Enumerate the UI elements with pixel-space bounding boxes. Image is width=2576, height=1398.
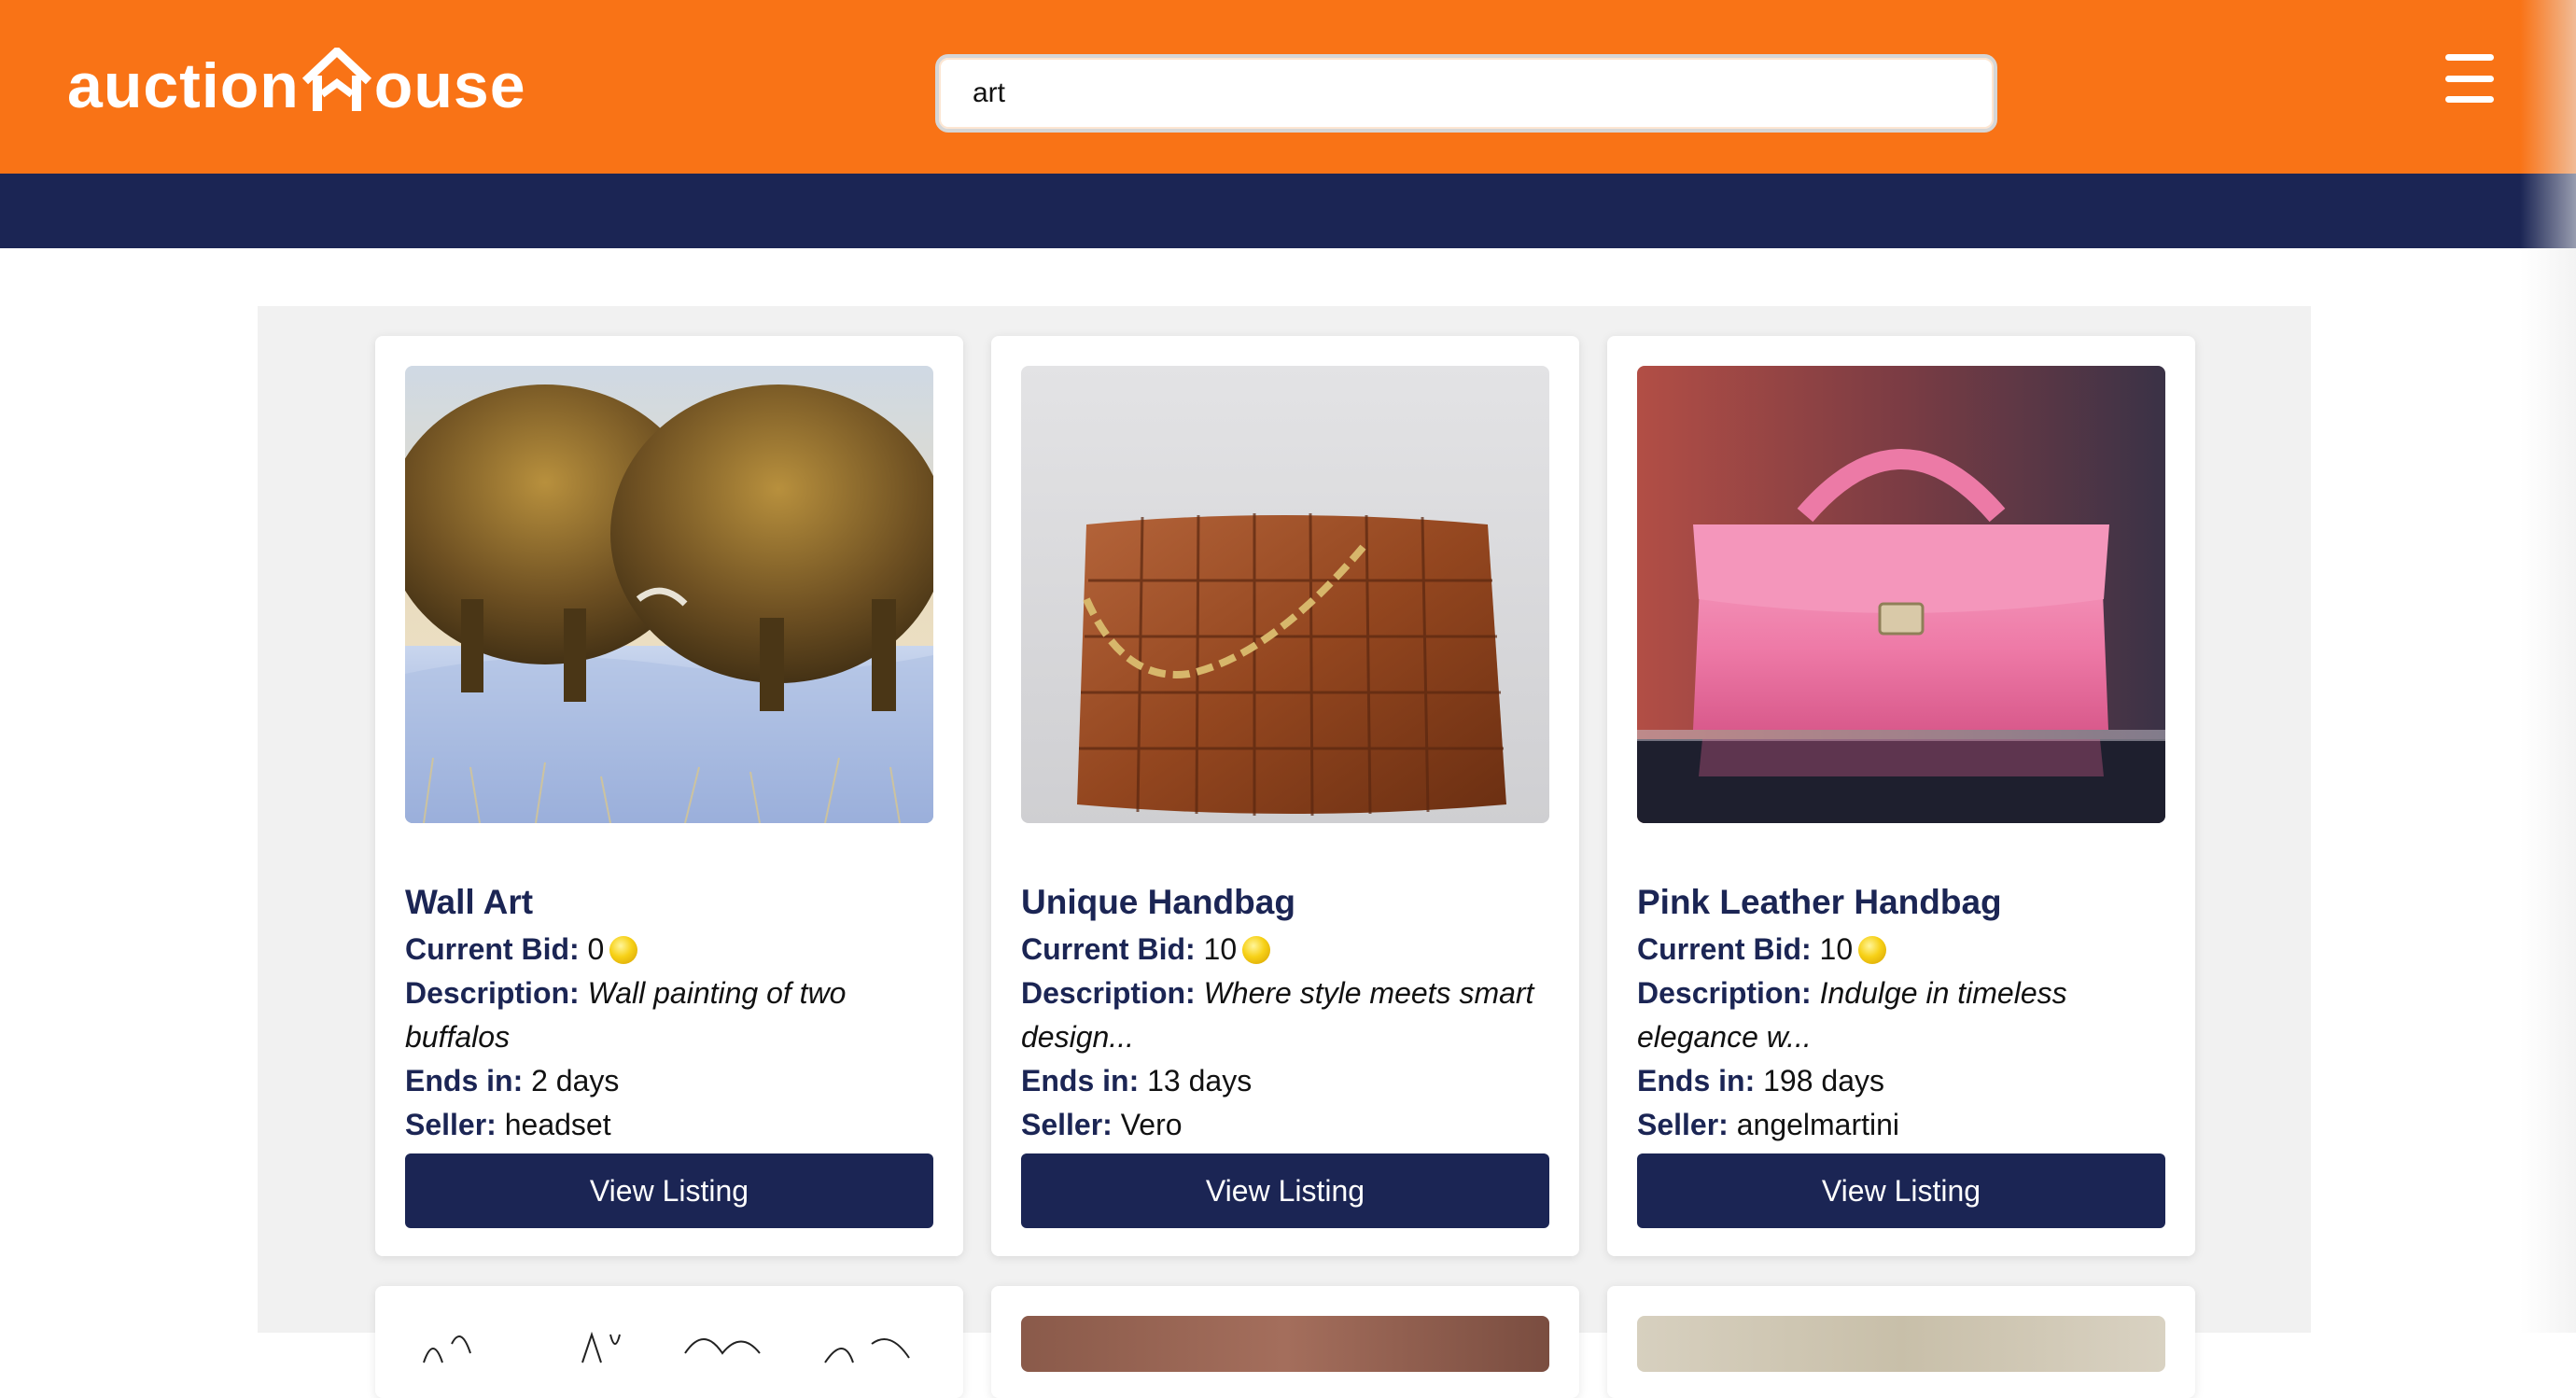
description-row: Description: Wall painting of two [405,972,933,1015]
seller-value: angelmartini [1736,1108,1900,1141]
description-row: Description: Indulge in timeless [1637,972,2165,1015]
seller-value: Vero [1120,1108,1183,1141]
listing-title[interactable]: Pink Leather Handbag [1637,883,2002,922]
coin-icon [1858,936,1887,964]
listing-title[interactable]: Unique Handbag [1021,883,1295,922]
description-label: Description: [1637,976,1812,1010]
listing-image-pink-handbag[interactable] [1637,366,2165,823]
seller-label: Seller: [405,1108,497,1141]
ends-in-value: 13 days [1147,1064,1253,1097]
ends-in-row: Ends in: 13 days [1021,1059,1549,1103]
listing-image-shop-sign[interactable] [1637,1316,2165,1372]
current-bid-value: 10 [1203,932,1238,966]
seller-value: headset [504,1108,611,1141]
listing-image-blurred[interactable] [1021,1316,1549,1372]
current-bid-row: Current Bid: 0 [405,928,933,972]
current-bid-label: Current Bid: [405,932,580,966]
current-bid-row: Current Bid: 10 [1637,928,2165,972]
ends-in-label: Ends in: [405,1064,524,1097]
listing-details: Current Bid: 0 Description: Wall paintin… [405,928,933,1147]
ends-in-row: Ends in: 2 days [405,1059,933,1103]
listing-card: Pink Leather Handbag Current Bid: 10 Des… [1607,336,2195,1256]
seller-row: Seller: Vero [1021,1103,1549,1147]
current-bid-value: 0 [587,932,605,966]
listing-card-partial [375,1286,963,1398]
ends-in-value: 2 days [531,1064,620,1097]
listing-image-line-drawing[interactable] [405,1316,933,1372]
site-logo[interactable]: auction ouse [67,41,526,131]
hamburger-icon-bar [2445,54,2494,61]
listing-image-bison[interactable] [405,366,933,823]
hamburger-icon-bar [2445,75,2494,82]
listings-grid: Wall Art Current Bid: 0 Description: Wal… [258,306,2311,1398]
description-row-continued: elegance w... [1637,1015,2165,1059]
ends-in-value: 198 days [1763,1064,1884,1097]
site-header: auction ouse art [0,0,2576,174]
description-text-line2: buffalos [405,1020,511,1054]
description-text-line1: Wall painting of two [587,976,847,1010]
description-text-line1: Indulge in timeless [1819,976,2067,1010]
description-text-line1: Where style meets smart [1203,976,1534,1010]
listing-card: Wall Art Current Bid: 0 Description: Wal… [375,336,963,1256]
description-row-continued: design... [1021,1015,1549,1059]
description-row-continued: buffalos [405,1015,933,1059]
seller-label: Seller: [1021,1108,1113,1141]
hamburger-icon-bar [2445,96,2494,103]
view-listing-button[interactable]: View Listing [405,1153,933,1228]
listing-card-partial [991,1286,1579,1398]
logo-text-suffix: ouse [373,50,526,121]
hamburger-menu-button[interactable] [2445,54,2498,103]
pink-handbag-photo [1637,366,2165,823]
nav-bar [0,174,2576,248]
listing-title[interactable]: Wall Art [405,883,533,922]
line-drawing-photo [423,1331,910,1363]
seller-row: Seller: angelmartini [1637,1103,2165,1147]
description-label: Description: [1021,976,1196,1010]
description-text-line2: design... [1021,1020,1134,1054]
description-text-line2: elegance w... [1637,1020,1812,1054]
view-listing-button[interactable]: View Listing [1637,1153,2165,1228]
listing-details: Current Bid: 10 Description: Where style… [1021,928,1549,1147]
brown-woven-handbag-photo [1021,366,1549,823]
listing-card: Unique Handbag Current Bid: 10 Descripti… [991,336,1579,1256]
description-label: Description: [405,976,580,1010]
listing-details: Current Bid: 10 Description: Indulge in … [1637,928,2165,1147]
search-input[interactable]: art [935,54,1997,133]
ends-in-row: Ends in: 198 days [1637,1059,2165,1103]
ends-in-label: Ends in: [1021,1064,1140,1097]
description-row: Description: Where style meets smart [1021,972,1549,1015]
current-bid-label: Current Bid: [1637,932,1812,966]
house-logo-icon [301,48,371,111]
search-input-value: art [973,77,1006,108]
current-bid-value: 10 [1819,932,1854,966]
logo-text-prefix: auction [67,50,300,121]
ends-in-label: Ends in: [1637,1064,1756,1097]
current-bid-row: Current Bid: 10 [1021,928,1549,972]
listing-image-handbag[interactable] [1021,366,1549,823]
current-bid-label: Current Bid: [1021,932,1196,966]
bison-photo [405,366,933,823]
coin-icon [1242,936,1271,964]
seller-label: Seller: [1637,1108,1729,1141]
listing-card-partial [1607,1286,2195,1398]
seller-row: Seller: headset [405,1103,933,1147]
coin-icon [609,936,638,964]
view-listing-button[interactable]: View Listing [1021,1153,1549,1228]
